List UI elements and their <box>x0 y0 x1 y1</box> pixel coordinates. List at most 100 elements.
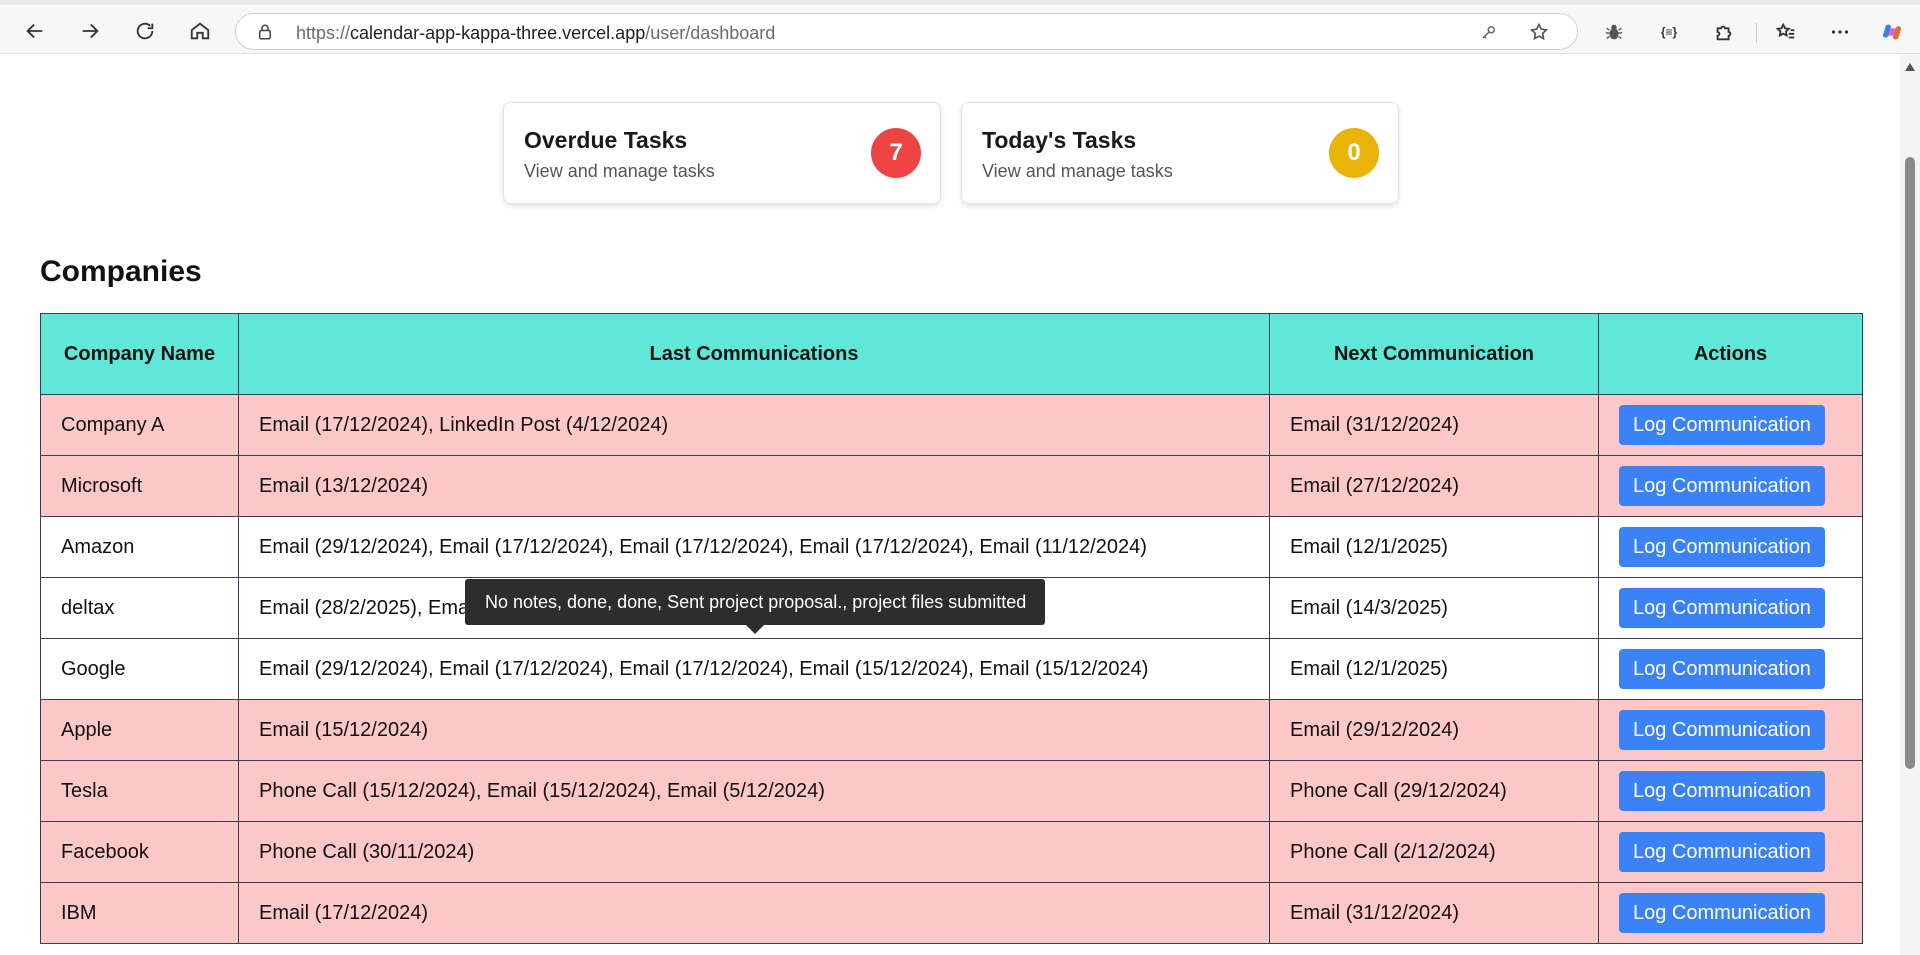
favorites-button[interactable] <box>1772 18 1800 46</box>
url-scheme: https:// <box>296 23 351 43</box>
column-header-next-communication: Next Communication <box>1269 313 1599 395</box>
log-communication-button[interactable]: Log Communication <box>1619 710 1825 750</box>
actions-cell: Log Communication <box>1598 882 1863 944</box>
table-row: Google Email (29/12/2024), Email (17/12/2… <box>40 638 1863 700</box>
overdue-tasks-card[interactable]: Overdue Tasks View and manage tasks 7 <box>503 102 941 204</box>
log-communication-button[interactable]: Log Communication <box>1619 832 1825 872</box>
column-header-last-communications: Last Communications <box>238 313 1270 395</box>
home-icon <box>190 22 210 40</box>
overdue-tasks-title: Overdue Tasks <box>524 127 688 153</box>
puzzle-icon <box>1716 25 1732 41</box>
url-host: calendar-app-kappa-three.vercel.app <box>350 23 646 43</box>
log-communication-button[interactable]: Log Communication <box>1619 527 1825 567</box>
overdue-count-badge: 7 <box>871 128 921 178</box>
company-name-cell: IBM <box>40 882 239 944</box>
last-communications-cell: Email (15/12/2024) <box>238 699 1270 761</box>
actions-cell: Log Communication <box>1598 455 1863 517</box>
browser-toolbar: https://calendar-app-kappa-three.vercel.… <box>0 5 1920 54</box>
next-communication-cell: Email (27/12/2024) <box>1269 455 1599 517</box>
table-row: Facebook Phone Call (30/11/2024) Phone Cal… <box>40 821 1863 883</box>
actions-cell: Log Communication <box>1598 516 1863 578</box>
company-name-cell: deltax <box>40 577 239 639</box>
home-button[interactable] <box>182 13 218 49</box>
todays-tasks-card[interactable]: Today's Tasks View and manage tasks 0 <box>961 102 1399 204</box>
companies-heading: Companies <box>40 255 202 288</box>
table-row: Company A Email (17/12/2024), LinkedIn Po… <box>40 394 1863 456</box>
json-extension-button[interactable]: {≡} <box>1655 18 1683 46</box>
json-extension-label: {≡} <box>1660 25 1678 39</box>
next-communication-cell: Email (12/1/2025) <box>1269 638 1599 700</box>
table-row: Apple Email (15/12/2024) Email (29/12/2024… <box>40 699 1863 761</box>
star-icon[interactable] <box>1529 22 1549 42</box>
url-text[interactable]: https://calendar-app-kappa-three.vercel.… <box>296 23 775 44</box>
log-communication-button[interactable]: Log Communication <box>1619 893 1825 933</box>
bug-icon <box>1605 24 1623 40</box>
toolbar-separator <box>1756 23 1757 43</box>
todays-tasks-title: Today's Tasks <box>982 127 1137 153</box>
company-name-cell: Tesla <box>40 760 239 822</box>
page-scrollbar[interactable] <box>1900 55 1920 955</box>
notes-tooltip: No notes, done, done, Sent project propo… <box>465 579 1045 634</box>
dashboard-page: Overdue Tasks View and manage tasks 7 To… <box>0 55 1900 955</box>
key-icon[interactable] <box>1480 23 1498 41</box>
company-name-cell: Facebook <box>40 821 239 883</box>
overdue-tasks-subtitle: View and manage tasks <box>524 161 715 181</box>
last-communications-cell: Email (17/12/2024) <box>238 882 1270 944</box>
bug-extension-button[interactable] <box>1600 18 1628 46</box>
next-communication-cell: Phone Call (29/12/2024) <box>1269 760 1599 822</box>
more-dots-icon <box>1831 30 1849 34</box>
last-communications-cell: Phone Call (15/12/2024), Email (15/12/20… <box>238 760 1270 822</box>
next-communication-cell: Email (14/3/2025) <box>1269 577 1599 639</box>
last-communications-cell: Email (29/12/2024), Email (17/12/2024), … <box>238 516 1270 578</box>
actions-cell: Log Communication <box>1598 394 1863 456</box>
todays-tasks-subtitle: View and manage tasks <box>982 161 1173 181</box>
last-communications-cell: Email (13/12/2024) <box>238 455 1270 517</box>
next-communication-cell: Email (31/12/2024) <box>1269 882 1599 944</box>
next-communication-cell: Email (12/1/2025) <box>1269 516 1599 578</box>
forward-button[interactable] <box>72 13 108 49</box>
actions-cell: Log Communication <box>1598 699 1863 761</box>
company-name-cell: Company A <box>40 394 239 456</box>
back-button[interactable] <box>17 13 53 49</box>
table-row: Amazon Email (29/12/2024), Email (17/12/2… <box>40 516 1863 578</box>
table-row: IBM Email (17/12/2024) Email (31/12/2024) L… <box>40 882 1863 944</box>
actions-cell: Log Communication <box>1598 760 1863 822</box>
company-name-cell: Google <box>40 638 239 700</box>
log-communication-button[interactable]: Log Communication <box>1619 405 1825 445</box>
url-path: /user/dashboard <box>645 23 776 43</box>
actions-cell: Log Communication <box>1598 577 1863 639</box>
scrollbar-thumb[interactable] <box>1905 157 1915 769</box>
last-communications-cell: Email (29/12/2024), Email (17/12/2024), … <box>238 638 1270 700</box>
column-header-actions: Actions <box>1598 313 1863 395</box>
more-button[interactable] <box>1826 18 1854 46</box>
log-communication-button[interactable]: Log Communication <box>1619 588 1825 628</box>
last-communications-cell: Phone Call (30/11/2024) <box>238 821 1270 883</box>
arrow-right-icon <box>82 23 99 39</box>
log-communication-button[interactable]: Log Communication <box>1619 771 1825 811</box>
lock-icon[interactable] <box>256 23 274 41</box>
reload-button[interactable] <box>127 13 163 49</box>
companies-table: Company Name Last Communications Next Co… <box>40 313 1863 944</box>
actions-cell: Log Communication <box>1598 821 1863 883</box>
column-header-company-name: Company Name <box>40 313 239 395</box>
company-name-cell: Microsoft <box>40 455 239 517</box>
company-name-cell: Amazon <box>40 516 239 578</box>
company-name-cell: Apple <box>40 699 239 761</box>
table-row: Tesla Phone Call (15/12/2024), Email (15/… <box>40 760 1863 822</box>
extensions-button[interactable] <box>1710 18 1738 46</box>
reload-icon <box>136 22 154 40</box>
table-row: Microsoft Email (13/12/2024) Email (27/12/… <box>40 455 1863 517</box>
actions-cell: Log Communication <box>1598 638 1863 700</box>
next-communication-cell: Email (29/12/2024) <box>1269 699 1599 761</box>
log-communication-button[interactable]: Log Communication <box>1619 649 1825 689</box>
copilot-button[interactable] <box>1878 18 1906 46</box>
scroll-up-arrow-icon[interactable] <box>1905 63 1915 71</box>
address-bar[interactable]: https://calendar-app-kappa-three.vercel.… <box>235 13 1578 50</box>
arrow-left-icon <box>26 23 43 39</box>
next-communication-cell: Email (31/12/2024) <box>1269 394 1599 456</box>
log-communication-button[interactable]: Log Communication <box>1619 466 1825 506</box>
table-header-row: Company Name Last Communications Next Co… <box>40 313 1863 395</box>
next-communication-cell: Phone Call (2/12/2024) <box>1269 821 1599 883</box>
copilot-icon <box>1882 24 1902 40</box>
last-communications-cell: Email (17/12/2024), LinkedIn Post (4/12/… <box>238 394 1270 456</box>
